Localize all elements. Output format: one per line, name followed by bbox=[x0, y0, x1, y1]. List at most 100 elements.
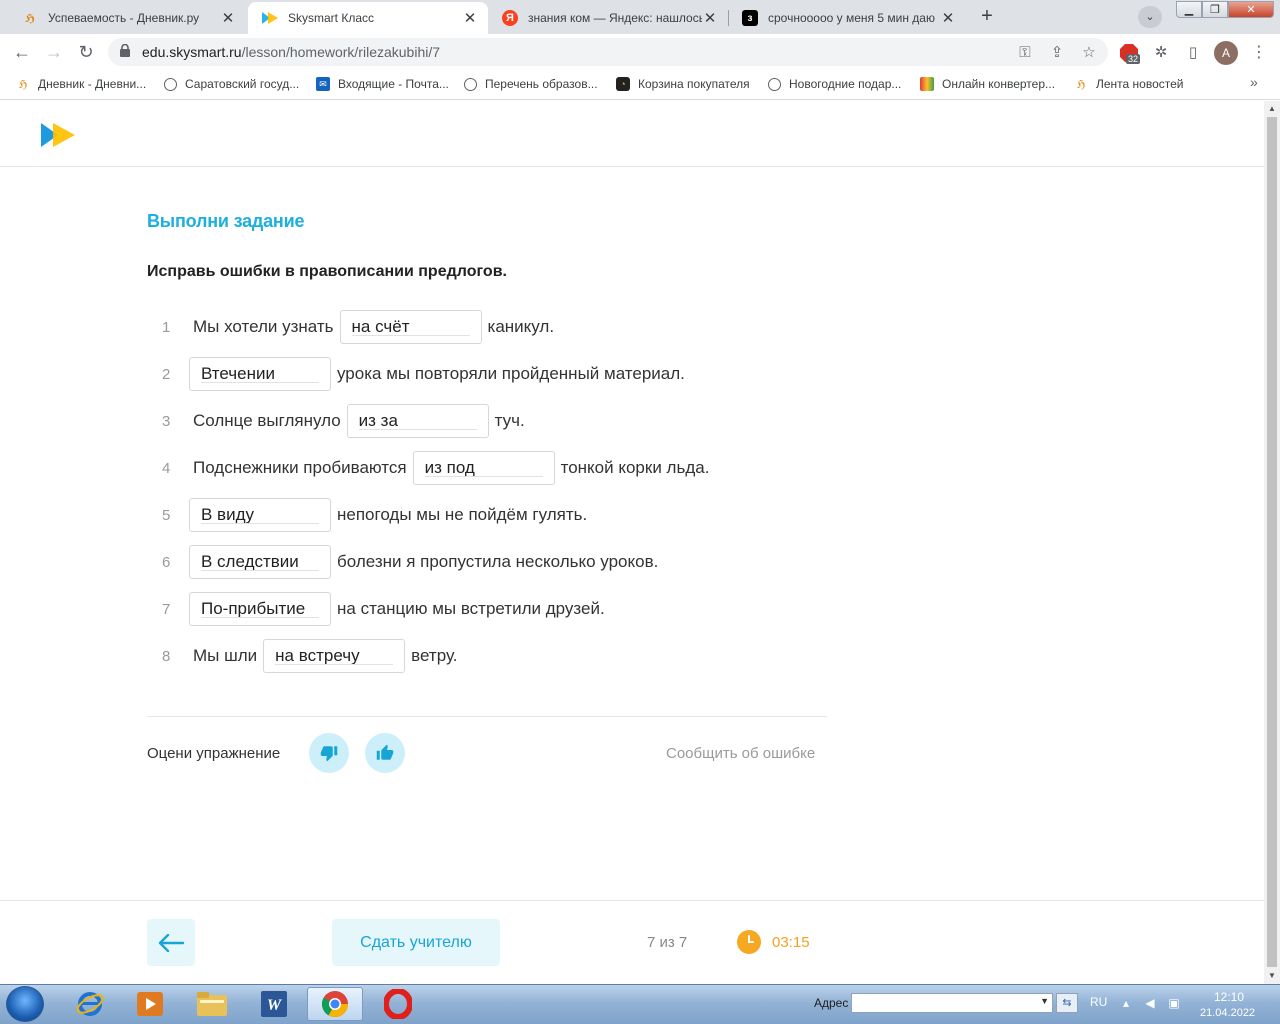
row-text-before: Мы шли bbox=[193, 646, 258, 665]
tab-dnevnik[interactable]: ℌ Успеваемость - Дневник.ру ✕ bbox=[8, 2, 246, 34]
skysmart-logo[interactable] bbox=[41, 123, 75, 152]
maximize-button[interactable]: ❐ bbox=[1202, 1, 1228, 18]
minimize-button[interactable]: ▁ bbox=[1176, 1, 1202, 18]
taskbar-opera[interactable] bbox=[370, 987, 426, 1021]
tab-znanija[interactable]: з срочнооооо у меня 5 мин даю ✕ bbox=[728, 2, 966, 34]
header-divider bbox=[0, 166, 1264, 167]
exercise-row: 7 По-прибытие на станцию мы встретили др… bbox=[160, 591, 610, 627]
row-number: 8 bbox=[162, 647, 171, 665]
bookmarks-overflow-icon[interactable]: » bbox=[1250, 74, 1258, 90]
word-icon: W bbox=[261, 991, 287, 1017]
row-number: 1 bbox=[162, 318, 171, 336]
arrow-left-icon bbox=[158, 933, 184, 952]
answer-input[interactable]: Втечении bbox=[189, 357, 331, 391]
dropdown-arrow-icon[interactable]: ▼ bbox=[1040, 996, 1049, 1006]
bookmark-star-icon[interactable]: ☆ bbox=[1080, 44, 1098, 62]
bookmark-item[interactable]: ℌ Дневник - Дневни... bbox=[16, 76, 146, 92]
globe-icon bbox=[464, 77, 477, 91]
dislike-button[interactable] bbox=[309, 733, 349, 773]
footer-divider bbox=[0, 900, 1264, 901]
answer-input[interactable]: В следствии bbox=[189, 545, 331, 579]
reload-icon[interactable]: ↻ bbox=[76, 42, 96, 62]
exercise-row: 1 Мы хотели узнать на счёт каникул. bbox=[160, 309, 559, 345]
close-tab-icon[interactable]: ✕ bbox=[702, 9, 718, 27]
language-indicator[interactable]: RU bbox=[1090, 995, 1107, 1009]
submit-to-teacher-button[interactable]: Сдать учителю bbox=[332, 919, 500, 966]
report-error-link[interactable]: Сообщить об ошибке bbox=[666, 745, 815, 762]
system-clock-time[interactable]: 12:10 bbox=[1214, 990, 1244, 1004]
taskbar-explorer[interactable] bbox=[184, 987, 240, 1021]
opera-icon bbox=[384, 989, 412, 1019]
new-tab-button[interactable]: + bbox=[976, 6, 998, 28]
row-number: 6 bbox=[162, 553, 171, 571]
bookmark-item[interactable]: Новогодние подар... bbox=[768, 76, 901, 92]
bookmark-item[interactable]: ◔ Корзина покупателя bbox=[616, 76, 750, 92]
side-panel-icon[interactable]: ▯ bbox=[1184, 44, 1202, 62]
exercise-row: 2 Втечении урока мы повторяли пройденный… bbox=[160, 356, 690, 392]
address-go-button[interactable]: ⇆ bbox=[1056, 993, 1078, 1013]
svg-text:W: W bbox=[267, 997, 283, 1014]
address-toolbar-input[interactable]: ▼ bbox=[851, 993, 1053, 1013]
key-icon[interactable]: ⚿ bbox=[1016, 44, 1034, 62]
taskbar-media-player[interactable] bbox=[122, 987, 178, 1021]
lock-icon[interactable] bbox=[116, 43, 134, 62]
task-title: Выполни задание bbox=[147, 211, 305, 231]
forward-arrow-icon[interactable]: → bbox=[44, 42, 64, 62]
share-icon[interactable]: ⇪ bbox=[1048, 44, 1066, 62]
taskbar-internet-explorer[interactable] bbox=[62, 987, 118, 1021]
network-icon[interactable]: ▣ bbox=[1166, 996, 1182, 1012]
exercise-row: 4 Подснежники пробиваются из под тонкой … bbox=[160, 450, 714, 486]
converter-icon bbox=[920, 77, 934, 91]
start-button[interactable] bbox=[6, 986, 44, 1022]
row-text-after: туч. bbox=[494, 411, 525, 430]
bookmark-item[interactable]: ✉ Входящие - Почта... bbox=[316, 76, 449, 92]
url-text[interactable]: edu.skysmart.ru/lesson/homework/rilezaku… bbox=[142, 44, 440, 60]
tray-expand-icon[interactable]: ▴ bbox=[1118, 996, 1134, 1012]
dnevnik-icon: ℌ bbox=[1076, 78, 1086, 91]
scroll-down-icon[interactable]: ▼ bbox=[1264, 968, 1280, 984]
profile-avatar[interactable]: A bbox=[1214, 41, 1238, 65]
puzzle-extensions-icon[interactable]: ✲ bbox=[1152, 44, 1170, 62]
close-tab-icon[interactable]: ✕ bbox=[940, 9, 956, 27]
answer-input[interactable]: на счёт bbox=[339, 310, 482, 344]
tab-skysmart[interactable]: Skysmart Класс ✕ bbox=[248, 2, 488, 34]
scroll-thumb[interactable] bbox=[1267, 117, 1277, 967]
close-tab-icon[interactable]: ✕ bbox=[220, 9, 236, 27]
task-instruction: Исправь ошибки в правописании предлогов. bbox=[147, 263, 507, 280]
tab-yandex[interactable]: Я знания ком — Яндекс: нашлось ✕ bbox=[488, 2, 728, 34]
scroll-up-icon[interactable]: ▲ bbox=[1264, 101, 1280, 117]
row-text-after: непогоды мы не пойдём гулять. bbox=[337, 505, 588, 524]
system-clock-date[interactable]: 21.04.2022 bbox=[1200, 1007, 1255, 1019]
timer: 03:15 bbox=[772, 934, 810, 951]
row-text-after: тонкой корки льда. bbox=[560, 458, 710, 477]
close-tab-icon[interactable]: ✕ bbox=[462, 9, 478, 27]
back-arrow-icon[interactable]: ← bbox=[12, 42, 32, 62]
bookmark-item[interactable]: ℌ Лента новостей bbox=[1074, 76, 1184, 92]
more-menu-icon[interactable]: ⋮ bbox=[1250, 44, 1268, 62]
progress-counter: 7 из 7 bbox=[647, 934, 688, 951]
answer-input[interactable]: из под bbox=[412, 451, 555, 485]
page-content bbox=[0, 101, 1264, 984]
folder-icon bbox=[197, 992, 227, 1016]
row-text-after: болезни я пропустила несколько уроков. bbox=[337, 552, 659, 571]
answer-input[interactable]: По-прибытие bbox=[189, 592, 331, 626]
answer-input[interactable]: В виду bbox=[189, 498, 331, 532]
close-window-button[interactable]: ✕ bbox=[1228, 1, 1274, 18]
answer-input[interactable]: на встречу bbox=[263, 639, 406, 673]
like-button[interactable] bbox=[365, 733, 405, 773]
taskbar-chrome[interactable] bbox=[307, 987, 363, 1021]
dnevnik-icon: ℌ bbox=[24, 12, 36, 25]
row-text-after: ветру. bbox=[411, 646, 458, 665]
answer-input[interactable]: из за bbox=[346, 404, 489, 438]
back-button[interactable] bbox=[147, 919, 195, 966]
tab-search-chevron-icon[interactable]: ⌄ bbox=[1138, 6, 1162, 28]
bookmark-item[interactable]: Онлайн конвертер... bbox=[920, 76, 1055, 92]
bookmark-item[interactable]: Перечень образов... bbox=[464, 76, 598, 92]
taskbar-word[interactable]: W bbox=[246, 987, 302, 1021]
volume-icon[interactable]: ◀ bbox=[1142, 996, 1158, 1012]
exercise-row: 5 В виду непогоды мы не пойдём гулять. bbox=[160, 497, 592, 533]
row-number: 4 bbox=[162, 459, 171, 477]
znanija-icon: з bbox=[742, 10, 758, 26]
dnevnik-icon: ℌ bbox=[18, 78, 28, 91]
bookmark-item[interactable]: Саратовский госуд... bbox=[164, 76, 299, 92]
